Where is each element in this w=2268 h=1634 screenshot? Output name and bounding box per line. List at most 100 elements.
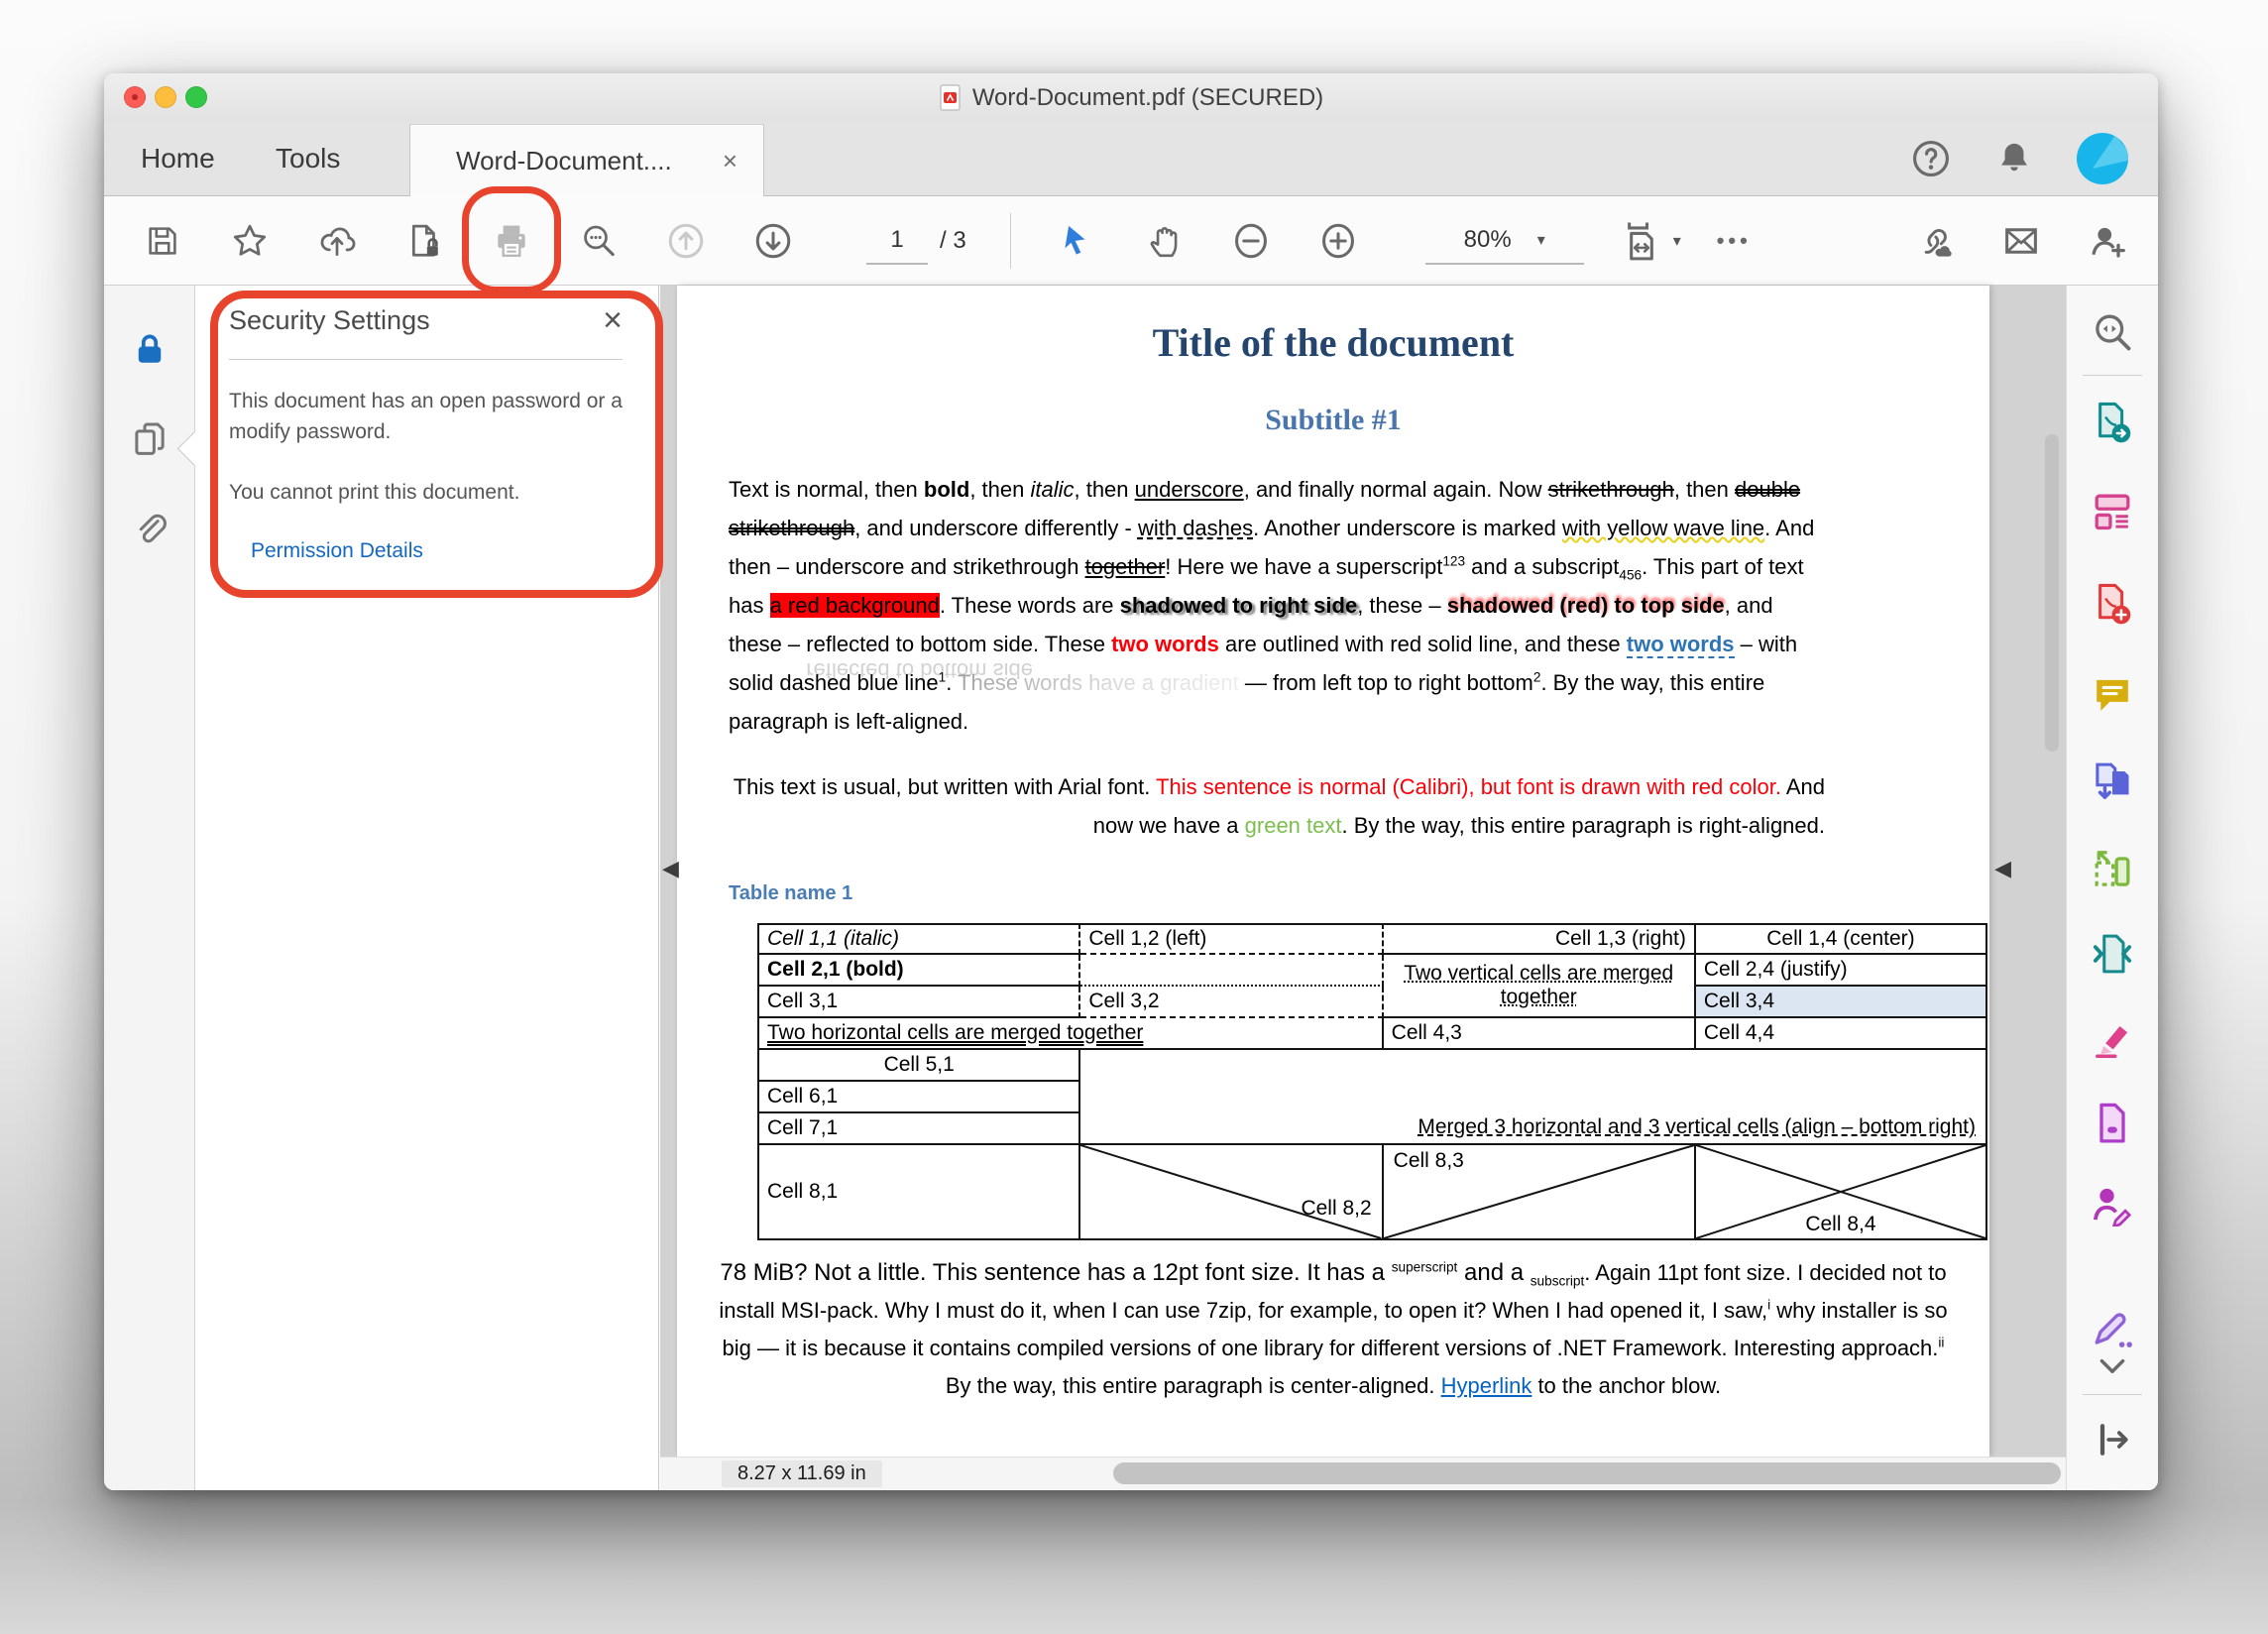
user-avatar[interactable] bbox=[2077, 133, 2128, 184]
create-pdf-button[interactable] bbox=[2090, 581, 2135, 627]
right-tools-rail bbox=[2066, 286, 2158, 1490]
protect-pdf-button[interactable] bbox=[2090, 1101, 2135, 1146]
next-page-button[interactable] bbox=[749, 217, 797, 265]
fit-width-icon bbox=[1620, 219, 1663, 263]
zoom-in-button[interactable] bbox=[1314, 217, 1362, 265]
star-icon bbox=[231, 222, 269, 260]
organize-pages-button[interactable] bbox=[2090, 847, 2135, 892]
help-icon[interactable] bbox=[1910, 138, 1952, 179]
zoom-in-icon bbox=[1317, 220, 1359, 262]
tab-tools[interactable]: Tools bbox=[276, 122, 340, 195]
request-signatures-button[interactable] bbox=[2090, 1182, 2135, 1227]
select-tool-button[interactable] bbox=[1053, 217, 1100, 265]
redact-marker-icon bbox=[2091, 1015, 2134, 1059]
tab-home[interactable]: Home bbox=[141, 122, 215, 195]
page-number-input[interactable] bbox=[866, 217, 928, 265]
table-cell-merged-block: Merged 3 horizontal and 3 vertical cells… bbox=[1080, 1050, 1987, 1145]
save-button[interactable] bbox=[139, 217, 186, 265]
table-cell: Cell 6,1 bbox=[757, 1082, 1080, 1113]
table-cell-merged-horizontal: Two horizontal cells are merged together bbox=[757, 1018, 1384, 1050]
document-area: ◀ ◀ Title of the document Subtitle #1 Te… bbox=[660, 286, 2067, 1490]
lock-icon bbox=[130, 329, 170, 369]
nav-attachments-button[interactable] bbox=[128, 509, 171, 552]
bottom-strip: 8.27 x 11.69 in bbox=[660, 1457, 2067, 1490]
notifications-bell-icon[interactable] bbox=[1993, 138, 2035, 179]
edit-pdf-icon bbox=[2091, 490, 2134, 533]
collapse-left-icon[interactable]: ◀ bbox=[662, 856, 679, 881]
secured-document-button[interactable] bbox=[400, 217, 448, 265]
window-title-row: Word-Document.pdf (SECURED) bbox=[104, 73, 2158, 122]
permission-details-link[interactable]: Permission Details bbox=[251, 539, 423, 563]
paragraph-1: Text is normal, then bold, then italic, … bbox=[729, 470, 1825, 741]
collapse-right-icon[interactable]: ◀ bbox=[1994, 856, 2011, 881]
envelope-icon bbox=[2001, 221, 2041, 261]
panel-close-icon[interactable]: × bbox=[603, 303, 623, 337]
panel-divider bbox=[229, 359, 623, 360]
table-cell: Cell 2,4 (justify) bbox=[1696, 955, 1987, 987]
tab-bar: Home Tools Word-Document.... × bbox=[104, 122, 2158, 196]
table-cell: Cell 7,1 bbox=[757, 1113, 1080, 1145]
add-account-button[interactable] bbox=[2085, 217, 2132, 265]
more-tools-chevron-button[interactable] bbox=[2090, 1352, 2135, 1382]
chevron-down-icon bbox=[2096, 1355, 2129, 1379]
table-cell bbox=[1080, 955, 1383, 987]
search-tools-icon bbox=[2091, 310, 2134, 354]
redact-button[interactable] bbox=[2090, 1014, 2135, 1060]
compress-pdf-icon bbox=[2091, 932, 2134, 976]
fit-width-button[interactable]: ▾ bbox=[1620, 219, 1681, 263]
nav-pages-button[interactable] bbox=[128, 417, 171, 461]
document-lock-icon bbox=[405, 222, 443, 260]
tab-document-label: Word-Document.... bbox=[456, 146, 672, 176]
favorites-button[interactable] bbox=[226, 217, 274, 265]
send-email-button[interactable] bbox=[1997, 217, 2045, 265]
edit-pdf-button[interactable] bbox=[2090, 489, 2135, 534]
rail-divider bbox=[2083, 375, 2142, 376]
page-up-icon bbox=[665, 220, 707, 262]
zoom-level-select[interactable]: 80% ▾ bbox=[1425, 217, 1584, 265]
share-cloud-button[interactable] bbox=[313, 217, 361, 265]
table-cell: Cell 4,4 bbox=[1696, 1018, 1987, 1050]
table-cell: Cell 5,1 bbox=[757, 1050, 1080, 1082]
zoom-out-button[interactable] bbox=[1227, 217, 1275, 265]
table-caption: Table name 1 bbox=[729, 882, 1989, 905]
comment-button[interactable] bbox=[2090, 672, 2135, 718]
zoom-level-value: 80% bbox=[1464, 226, 1512, 254]
tab-close-icon[interactable]: × bbox=[723, 148, 737, 174]
cloud-upload-icon bbox=[318, 222, 356, 260]
search-button[interactable] bbox=[575, 217, 623, 265]
hyperlink[interactable]: Hyperlink bbox=[1441, 1373, 1532, 1398]
open-tools-panel-button[interactable] bbox=[2090, 1417, 2135, 1462]
panel-title: Security Settings bbox=[229, 305, 430, 336]
search-tools-button[interactable] bbox=[2090, 309, 2135, 355]
more-tools-button[interactable]: ••• bbox=[1717, 228, 1752, 254]
export-pdf-button[interactable] bbox=[2090, 400, 2135, 445]
previous-page-button[interactable] bbox=[662, 217, 710, 265]
table-cell: Cell 3,1 bbox=[757, 987, 1080, 1018]
doc-table: Cell 1,1 (italic) Cell 1,2 (left) Cell 1… bbox=[757, 923, 1987, 1240]
share-link-button[interactable] bbox=[1910, 217, 1958, 265]
paperclip-icon bbox=[130, 511, 170, 550]
doc-title: Title of the document bbox=[737, 319, 1930, 367]
vertical-scrollbar-thumb[interactable] bbox=[2045, 434, 2059, 752]
fill-sign-button[interactable] bbox=[2090, 1307, 2135, 1352]
table-cell-diagonal: Cell 8,3 bbox=[1384, 1145, 1696, 1240]
print-button[interactable] bbox=[488, 217, 535, 265]
paragraph-2: This text is usual, but written with Ari… bbox=[729, 767, 1825, 845]
titlebar: Word-Document.pdf (SECURED) bbox=[104, 73, 2158, 122]
horizontal-scrollbar-thumb[interactable] bbox=[1113, 1462, 2061, 1484]
table-cell-diagonal: Cell 8,2 bbox=[1080, 1145, 1383, 1240]
combine-files-button[interactable] bbox=[2090, 759, 2135, 805]
page-down-icon bbox=[752, 220, 794, 262]
nav-security-button[interactable] bbox=[128, 327, 171, 371]
left-navigation-rail bbox=[104, 286, 195, 1490]
page-size-badge: 8.27 x 11.69 in bbox=[722, 1460, 882, 1487]
caret-down-icon: ▾ bbox=[1673, 231, 1681, 251]
link-icon bbox=[1914, 221, 1954, 261]
tab-document[interactable]: Word-Document.... × bbox=[409, 124, 764, 196]
table-cell: Cell 1,3 (right) bbox=[1384, 923, 1696, 955]
hand-tool-button[interactable] bbox=[1140, 217, 1188, 265]
compress-pdf-button[interactable] bbox=[2090, 931, 2135, 977]
organize-pages-icon bbox=[2091, 848, 2134, 891]
pointer-cursor-icon bbox=[1059, 223, 1094, 259]
header-right-icons bbox=[1910, 122, 2158, 195]
